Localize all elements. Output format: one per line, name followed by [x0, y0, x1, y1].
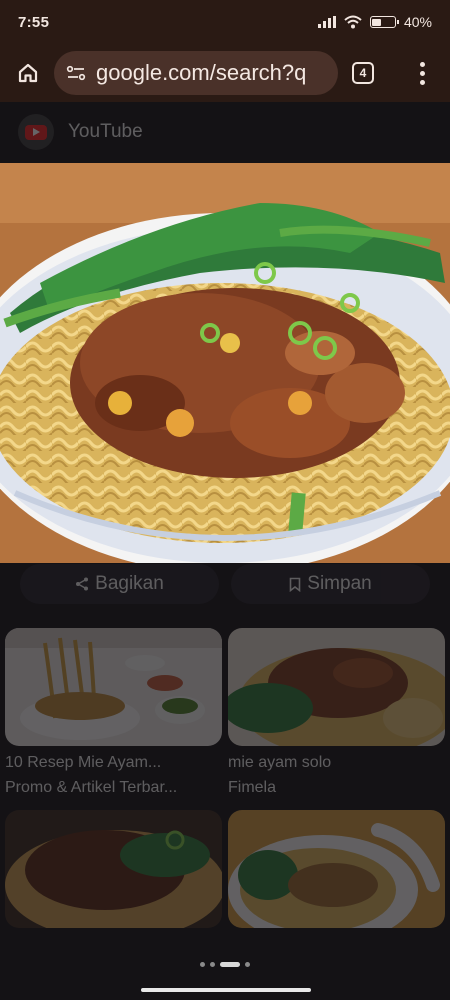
share-button[interactable]: Bagikan — [20, 564, 219, 604]
tab-switcher-button[interactable]: 4 — [352, 62, 374, 84]
result-thumbnail[interactable] — [5, 628, 222, 746]
home-icon — [18, 63, 38, 83]
noodle-thumbnail-image — [228, 810, 445, 928]
result-source: Promo & Artikel Terbar... — [5, 779, 178, 796]
more-options-icon[interactable] — [410, 61, 434, 85]
battery-level: 40% — [403, 14, 432, 30]
battery-icon — [369, 16, 399, 28]
share-icon — [76, 577, 89, 591]
noodle-thumbnail-image — [5, 810, 222, 928]
noodle-thumbnail-image — [5, 628, 222, 746]
noodle-thumbnail-image — [228, 628, 445, 746]
pager-dot — [245, 962, 250, 967]
result-thumbnail[interactable] — [5, 810, 222, 928]
signal-icon — [317, 16, 336, 28]
source-row[interactable]: YouTube — [0, 102, 450, 162]
pager-dot — [200, 962, 205, 967]
result-source: Fimela — [228, 779, 277, 796]
related-result-card[interactable] — [228, 810, 445, 928]
home-button[interactable] — [10, 55, 46, 91]
related-result-card[interactable]: 10 Resep Mie Ayam... Promo & Artikel Ter… — [5, 628, 222, 797]
gesture-handle[interactable] — [141, 988, 311, 992]
result-thumbnail[interactable] — [228, 810, 445, 928]
youtube-icon — [25, 124, 47, 140]
result-title[interactable]: 10 Resep Mie Ayam... — [5, 754, 222, 772]
noodle-bowl-image — [0, 163, 450, 563]
pager-dot — [210, 962, 215, 967]
result-title[interactable]: mie ayam solo — [228, 754, 445, 772]
pager-dot-active — [220, 962, 240, 967]
bookmark-icon — [289, 577, 301, 592]
image-actions: Bagikan Simpan — [0, 564, 450, 610]
result-thumbnail[interactable] — [228, 628, 445, 746]
url-text[interactable]: google.com/search?q — [96, 60, 306, 86]
related-result-card[interactable] — [5, 810, 222, 928]
bottom-bar — [0, 952, 450, 1000]
save-button[interactable]: Simpan — [231, 564, 430, 604]
image-pager-dots — [0, 962, 450, 967]
status-bar: 7:55 40% — [0, 0, 450, 44]
source-name: YouTube — [68, 121, 143, 142]
status-icons: 40% — [317, 14, 432, 30]
browser-toolbar: google.com/search?q 4 — [0, 44, 450, 102]
status-time: 7:55 — [18, 13, 50, 31]
save-label: Simpan — [307, 573, 372, 594]
related-result-card[interactable]: mie ayam solo Fimela — [228, 628, 445, 797]
image-viewer-panel: YouTube Bagikan Simpan 10 Resep Mie Ayam… — [0, 102, 450, 952]
address-bar[interactable]: google.com/search?q — [54, 51, 338, 95]
source-favicon — [18, 114, 54, 150]
site-settings-icon[interactable] — [66, 65, 86, 81]
preview-image[interactable] — [0, 163, 450, 563]
wifi-icon — [344, 15, 362, 29]
share-label: Bagikan — [95, 573, 164, 594]
